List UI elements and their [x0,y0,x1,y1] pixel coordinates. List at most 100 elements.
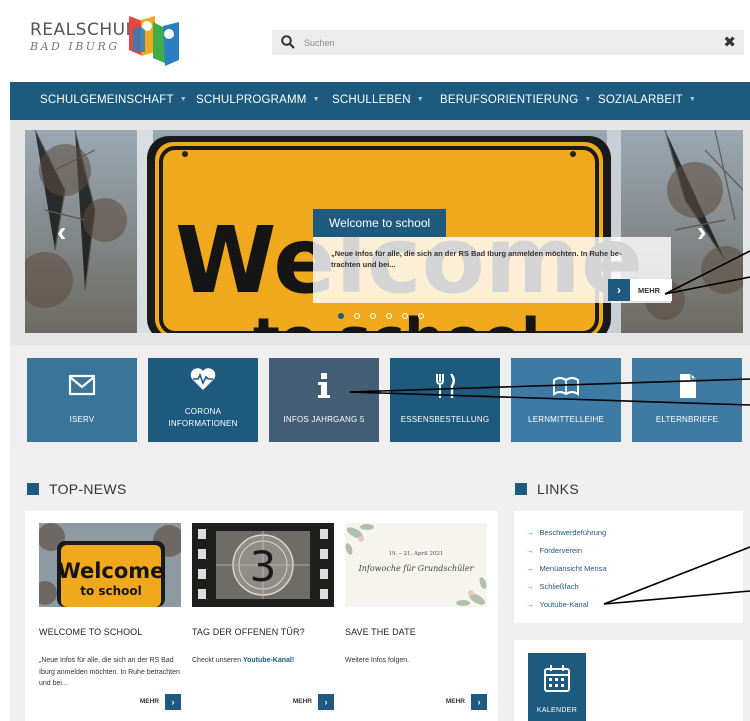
slide-more-label: MEHR [638,286,661,295]
news-excerpt-text: „Neue Infos für alle, die sich an der RS… [39,657,180,687]
image-text-welcome: Welcome [58,559,165,583]
sign-text-to-school: to school [253,307,540,333]
news-more-button[interactable]: MEHR › [39,694,181,710]
main-navigation: SCHULGEMEINSCHAFT ▼ SCHULPROGRAMM ▼ SCHULL… [10,82,750,120]
slider-next-arrow-icon[interactable]: › [697,216,706,248]
tile-label: LERNMITTELLEIHE [528,415,604,424]
chevron-down-icon: ▼ [584,96,592,103]
book-icon [553,377,579,396]
slider-dot[interactable] [402,313,408,319]
calendar-tile[interactable]: KALENDER [528,653,586,721]
nav-item-sozialarbeit[interactable]: SOZIALARBEIT ▼ [598,94,696,106]
tile-label: INFORMATIONEN [168,419,238,428]
tile-label: ESSENSBESTELLUNG [400,415,490,424]
square-bullet-icon [515,483,527,495]
slider-dot[interactable] [354,313,360,319]
slider-dot[interactable] [370,313,376,319]
arrow-right-icon: → [526,528,534,537]
tile-label: ELTERNBRIEFE [655,415,719,424]
news-image-welcome[interactable]: Welcome to school [39,523,181,607]
nav-item-berufsorientierung[interactable]: BERUFSORIENTIERUNG ▼ [440,94,592,106]
link-beschwerdefuehrung[interactable]: → Beschwerdeführung [526,528,606,537]
nav-label: SCHULPROGRAMM [196,94,307,106]
topnews-heading: TOP-NEWS [27,481,127,497]
tile-infos-jahrgang-5[interactable]: INFOS JAHRGANG 5 [269,358,379,442]
news-more-button[interactable]: MEHR › [192,694,334,710]
chevron-right-icon: › [165,694,181,710]
school-logo[interactable]: REALSCHULE BAD IBURG [30,12,190,68]
news-title[interactable]: TAG DER OFFENEN TÜR? [192,627,305,637]
nav-item-schulprogramm[interactable]: SCHULPROGRAMM ▼ [196,94,320,106]
heart-pulse-icon [190,368,216,390]
slider-dot[interactable] [338,313,344,319]
info-icon [318,373,330,398]
link-foerderverein[interactable]: → Förderverein [526,546,582,555]
nav-label: SCHULGEMEINSCHAFT [40,94,174,106]
slide-caption-title[interactable]: Welcome to school [313,209,447,237]
cutlery-icon [436,373,455,398]
news-more-label: MEHR [139,698,159,705]
document-icon [680,374,696,398]
news-excerpt: Checkt unseren Youtube-Kanal! [192,655,337,667]
link-youtube-kanal[interactable]: → Youtube-Kanal [526,600,588,609]
slide-more-button[interactable]: › MEHR [608,279,672,301]
image-text-to-school: to school [80,584,142,598]
topnews-heading-text: TOP-NEWS [49,481,127,497]
tile-label: CORONA [184,407,222,416]
calendar-panel: KALENDER [514,640,743,721]
link-label: Beschwerdeführung [539,528,607,537]
nav-item-schulgemeinschaft[interactable]: SCHULGEMEINSCHAFT ▼ [40,94,187,106]
chevron-down-icon: ▼ [179,96,187,103]
tile-corona-informationen[interactable]: CORONA INFORMATIONEN [148,358,258,442]
link-label: Youtube-Kanal [539,600,589,609]
news-title[interactable]: SAVE THE DATE [345,627,416,637]
search-bar: ✖ [272,30,744,55]
close-icon[interactable]: ✖ [723,33,736,51]
image-text-number: 3 [250,542,277,591]
tile-label: ISERV [69,415,95,424]
topnews-panel: Welcome to school WELCOME TO SCHOOL „Neu… [25,511,498,721]
search-input[interactable] [304,33,704,52]
arrow-right-icon: → [526,600,534,609]
link-label: Förderverein [539,546,583,555]
slider-dot[interactable] [418,313,424,319]
arrow-right-icon: → [526,546,534,555]
youtube-channel-link[interactable]: Youtube-Kanal! [243,657,294,664]
slider-dot[interactable] [386,313,392,319]
film-countdown-image: 3 [192,523,334,607]
calendar-icon [544,665,570,692]
nav-label: SOZIALARBEIT [598,94,683,106]
link-label: Schließfach [539,582,579,591]
news-excerpt: Weitere Infos folgen. [345,655,490,667]
nav-item-schulleben[interactable]: SCHULLEBEN ▼ [332,94,424,106]
floral-invitation-image: 19. – 21. April 2021 Infowoche für Grund… [345,523,487,607]
news-excerpt-text: Checkt unseren [192,657,243,664]
news-image-countdown[interactable]: 3 [192,523,334,607]
nav-label: SCHULLEBEN [332,94,411,106]
links-heading: LINKS [515,481,579,497]
link-menueansicht-mensa[interactable]: → Menüansicht Mensa [526,564,607,573]
news-more-label: MEHR [445,698,465,705]
news-excerpt-text: Weitere Infos folgen. [345,657,410,664]
news-image-infowoche[interactable]: 19. – 21. April 2021 Infowoche für Grund… [345,523,487,607]
links-panel: → Beschwerdeführung → Förderverein → Menüan… [514,511,743,623]
chevron-right-icon: › [471,694,487,710]
news-title[interactable]: WELCOME TO SCHOOL [39,627,142,637]
tile-iserv[interactable]: ISERV [27,358,137,442]
news-more-button[interactable]: MEHR › [345,694,487,710]
chevron-right-icon: › [608,279,630,301]
slide-caption-text: „Neue Infos für alle, die sich an der RS… [331,249,622,269]
link-schliessfach[interactable]: → Schließfach [526,582,579,591]
hero-slider: Welcome to school ‹ › Welcome to school … [25,130,743,333]
chevron-right-icon: › [318,694,334,710]
tile-lernmittelleihe[interactable]: LERNMITTELLEIHE [511,358,621,442]
arrow-right-icon: → [526,564,534,573]
image-text-date: 19. – 21. April 2021 [389,551,444,557]
tile-elternbriefe[interactable]: ELTERNBRIEFE [632,358,742,442]
logo-figures-icon [129,16,179,66]
slider-prev-arrow-icon[interactable]: ‹ [57,216,66,248]
welcome-sign-image: Welcome to school [39,523,181,607]
tile-essensbestellung[interactable]: ESSENSBESTELLUNG [390,358,500,442]
search-icon[interactable] [280,34,296,50]
chevron-down-icon: ▼ [416,96,424,103]
